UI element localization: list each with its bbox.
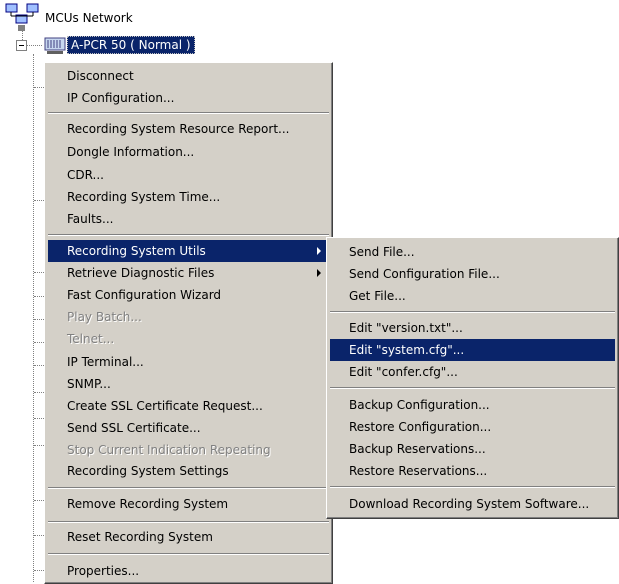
tree-connector-line	[34, 535, 44, 536]
submenu-arrow-icon	[317, 269, 321, 277]
menu-item-fast-configuration-wizard[interactable]: Fast Configuration Wizard	[48, 284, 329, 306]
menu-item-resource-report[interactable]: Recording System Resource Report...	[48, 118, 329, 140]
menu-item-send-ssl-certificate[interactable]: Send SSL Certificate...	[48, 417, 329, 439]
menu-item-retrieve-diagnostic-files[interactable]: Retrieve Diagnostic Files	[48, 262, 329, 284]
menu-separator	[48, 553, 329, 555]
menu-item-properties[interactable]: Properties...	[48, 560, 329, 582]
context-menu: Disconnect IP Configuration... Recording…	[44, 62, 333, 584]
menu-item-remove-system[interactable]: Remove Recording System	[48, 493, 329, 515]
menu-item-dongle-information[interactable]: Dongle Information...	[48, 141, 329, 163]
submenu-item-backup-reservations[interactable]: Backup Reservations...	[330, 438, 615, 460]
menu-separator	[48, 521, 329, 523]
menu-item-ip-terminal[interactable]: IP Terminal...	[48, 351, 329, 373]
submenu-item-get-file[interactable]: Get File...	[330, 285, 615, 307]
menu-item-reset-system[interactable]: Reset Recording System	[48, 526, 329, 548]
menu-item-label: Retrieve Diagnostic Files	[67, 266, 215, 280]
menu-item-telnet: Telnet...	[67, 332, 115, 346]
tree-connector-line	[34, 445, 44, 446]
tree-connector-line	[34, 296, 44, 297]
menu-separator	[330, 311, 615, 313]
tree-connector-line	[33, 54, 34, 582]
tree-connector-line	[34, 87, 44, 88]
menu-item-ip-configuration[interactable]: IP Configuration...	[48, 87, 329, 109]
tree-connector-line	[34, 200, 44, 201]
tree-connector-line	[27, 45, 42, 46]
menu-separator	[330, 486, 615, 488]
menu-separator	[48, 234, 329, 236]
submenu-item-backup-configuration[interactable]: Backup Configuration...	[330, 394, 615, 416]
menu-item-snmp[interactable]: SNMP...	[48, 373, 329, 395]
mcu-device-icon	[44, 36, 66, 59]
submenu-item-restore-reservations[interactable]: Restore Reservations...	[330, 460, 615, 482]
tree-connector-line	[34, 365, 44, 366]
menu-separator	[48, 487, 329, 489]
tree-connector-line	[34, 570, 44, 571]
menu-item-cdr[interactable]: CDR...	[48, 164, 329, 186]
tree-connector-line	[34, 342, 44, 343]
collapse-icon[interactable]	[16, 40, 27, 51]
submenu-item-edit-system-cfg[interactable]: Edit "system.cfg"...	[330, 339, 615, 361]
submenu-arrow-icon	[317, 247, 321, 255]
submenu-item-edit-confer-cfg[interactable]: Edit "confer.cfg"...	[330, 361, 615, 383]
menu-item-stop-indication-repeating: Stop Current Indication Repeating	[67, 443, 271, 457]
submenu-item-send-file[interactable]: Send File...	[330, 241, 615, 263]
menu-item-faults[interactable]: Faults...	[48, 208, 329, 230]
menu-item-system-utils[interactable]: Recording System Utils	[48, 240, 329, 262]
menu-item-create-ssl-request[interactable]: Create SSL Certificate Request...	[48, 395, 329, 417]
tree-node-label[interactable]: A-PCR 50 ( Normal )	[67, 36, 195, 54]
menu-item-system-time[interactable]: Recording System Time...	[48, 186, 329, 208]
tree-root-label[interactable]: MCUs Network	[45, 10, 133, 26]
menu-item-label: Recording System Utils	[67, 244, 206, 258]
submenu-item-edit-version-txt[interactable]: Edit "version.txt"...	[330, 317, 615, 339]
menu-item-disconnect[interactable]: Disconnect	[48, 65, 329, 87]
submenu-item-send-configuration-file[interactable]: Send Configuration File...	[330, 263, 615, 285]
tree-connector-line	[34, 272, 44, 273]
tree-connector-line	[34, 418, 44, 419]
tree-connector-line	[34, 500, 44, 501]
menu-item-system-settings[interactable]: Recording System Settings	[48, 460, 329, 482]
submenu-item-restore-configuration[interactable]: Restore Configuration...	[330, 416, 615, 438]
submenu-item-download-software[interactable]: Download Recording System Software...	[330, 493, 615, 515]
menu-separator	[330, 387, 615, 389]
menu-item-play-batch: Play Batch...	[67, 310, 142, 324]
network-icon	[5, 3, 41, 36]
menu-separator	[48, 112, 329, 114]
tree-connector-line	[34, 392, 44, 393]
tree-connector-line	[34, 319, 44, 320]
submenu: Send File... Send Configuration File... …	[326, 237, 619, 519]
